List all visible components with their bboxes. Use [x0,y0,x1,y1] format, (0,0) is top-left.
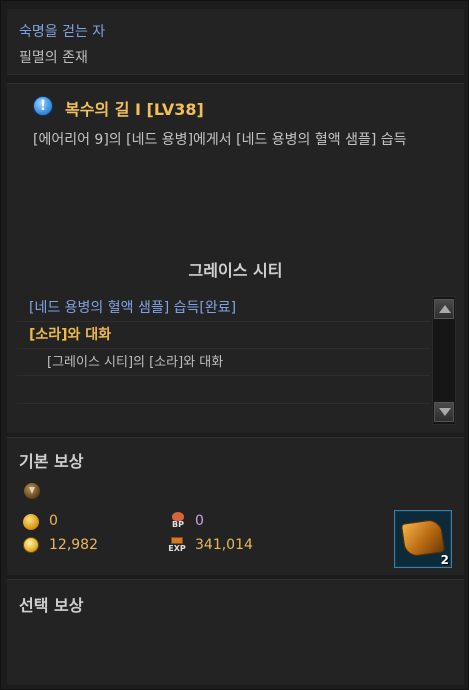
exclamation-icon: ! [33,96,53,116]
basic-reward-box: 기본 보상 0 BP 0 12,982 EXP 341,014 2 [7,437,464,575]
exp-value: 341,014 [195,537,253,553]
bp-icon: BP [169,512,187,530]
selection-reward-heading: 선택 보상 [19,596,84,615]
arrow-up-icon [439,305,451,313]
objective-item-completed[interactable]: [네드 용병의 혈액 샘플] 습득[완료] [17,295,430,322]
exp-icon: EXP [167,537,187,553]
item-quantity: 2 [440,553,449,567]
bp-value: 0 [195,513,204,529]
objective-empty-row [17,376,430,404]
quest-description: [에어리어 9]의 [네드 용병]에게서 [네드 용병의 혈액 샘플] 습득 [33,132,407,148]
selection-reward-box: 선택 보상 [7,579,464,685]
reward-item-slot[interactable]: 2 [394,510,452,568]
objective-scrollbar[interactable] [432,296,456,425]
objective-list: [네드 용병의 혈액 샘플] 습득[완료] [소라]와 대화 [그레이스 시티]… [17,295,430,404]
quest-info-box: ! 복수의 길 I [LV38] [에어리어 9]의 [네드 용병]에게서 [네… [7,83,464,433]
gold-coin-icon [23,514,39,530]
arrow-down-icon [439,408,451,416]
objective-subtask[interactable]: [그레이스 시티]의 [소라]와 대화 [17,349,430,376]
quest-chain-title: 숙명을 걷는 자 [19,24,106,40]
money-value: 12,982 [49,537,98,553]
quest-area-name: 그레이스 시티 [188,261,283,280]
scroll-icon [400,518,446,558]
scroll-up-button[interactable] [434,299,454,319]
rank-medal-icon [23,482,41,500]
quest-title: 복수의 길 I [LV38] [65,100,204,119]
quest-chain-subtitle: 필멸의 존재 [19,50,88,66]
money-coin-icon [23,537,39,553]
scroll-down-button[interactable] [434,402,454,422]
gold-value: 0 [49,513,58,529]
objective-item-current[interactable]: [소라]와 대화 [17,322,430,349]
basic-reward-heading: 기본 보상 [19,452,84,471]
quest-detail-panel: 숙명을 걷는 자 필멸의 존재 ! 복수의 길 I [LV38] [에어리어 9… [0,0,469,690]
quest-header: 숙명을 걷는 자 필멸의 존재 [7,9,464,75]
